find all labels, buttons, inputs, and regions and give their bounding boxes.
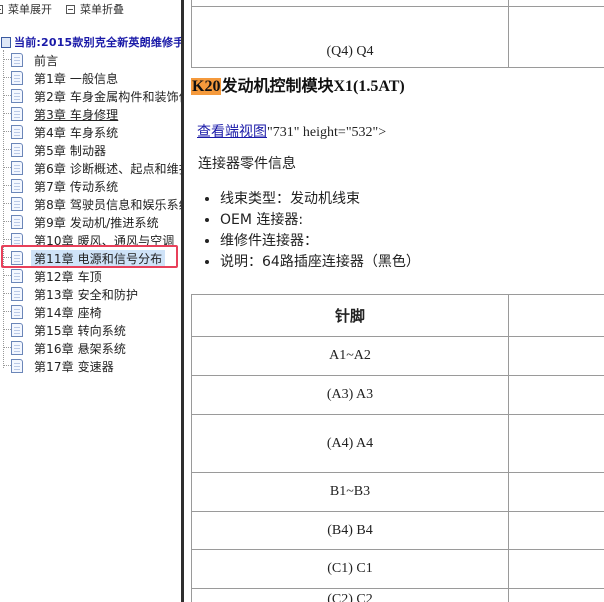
table-row: B1~B3 [191, 472, 604, 512]
tree-item-label: 第10章 暖风、通风与空调 [34, 234, 175, 248]
tree-root[interactable]: 当前:2015款别克全新英朗维修手册 [0, 34, 181, 50]
tree-root-label: 当前:2015款别克全新英朗维修手册 [14, 36, 181, 49]
pin-cell: A1~A2 [191, 336, 509, 376]
pin-cell: B1~B3 [191, 472, 509, 512]
tree-item-label: 第5章 制动器 [34, 144, 107, 158]
tree-item-label: 第14章 座椅 [34, 306, 102, 320]
list-item: 维修件连接器： [220, 231, 420, 252]
document-icon [11, 53, 23, 67]
nav-toolbar: 菜单展开 菜单折叠 [0, 0, 181, 18]
tree-item-ch2[interactable]: 第2章 车身金属构件和装饰件 [0, 87, 181, 105]
tree-item-label: 第9章 发动机/推进系统 [34, 216, 159, 230]
document-icon [11, 359, 23, 373]
tree-item-label: 第2章 车身金属构件和装饰件 [34, 90, 181, 104]
expand-menu-label: 菜单展开 [8, 3, 52, 16]
tree-item-ch14[interactable]: 第14章 座椅 [0, 303, 181, 321]
pin-cell: (C1) C1 [191, 549, 509, 589]
view-trailing-text: "731" height="532"> [267, 125, 387, 140]
tree-item-label: 第1章 一般信息 [34, 72, 119, 86]
previous-pin-table: (Q4) Q4 [191, 0, 604, 68]
connector-attribute-list: 线束类型：发动机线束 OEM 连接器: 维修件连接器： 说明：64路插座连接器（… [202, 189, 420, 273]
tree-item-label: 第6章 诊断概述、起点和维护 [34, 162, 181, 176]
heading-code-highlight: K20 [191, 78, 222, 95]
table-row: (C1) C1 [191, 549, 604, 589]
end-view-line: 查看端视图"731" height="532"> [197, 121, 386, 141]
tree-item-ch1[interactable]: 第1章 一般信息 [0, 69, 181, 87]
document-icon [11, 161, 23, 175]
collapse-menu-button[interactable]: 菜单折叠 [66, 1, 124, 17]
list-item: 线束类型：发动机线束 [220, 189, 420, 210]
pin-table: 针脚 A1~A2 (A3) A3 (A4) A4 B1~B3 (B4) B4 (… [191, 294, 604, 602]
tree-item-ch4[interactable]: 第4章 车身系统 [0, 123, 181, 141]
tree-item-label: 第11章 电源和信号分布 [31, 250, 166, 267]
tree-item-ch5[interactable]: 第5章 制动器 [0, 141, 181, 159]
book-icon [1, 36, 11, 48]
document-icon [11, 323, 23, 337]
value-column-header [508, 294, 604, 337]
document-icon [11, 143, 23, 157]
document-icon [11, 125, 23, 139]
document-icon [11, 287, 23, 301]
document-icon [11, 233, 23, 247]
tree-item-ch15[interactable]: 第15章 转向系统 [0, 321, 181, 339]
tree-item-ch11[interactable]: 第11章 电源和信号分布 [0, 249, 181, 267]
table-row: (A3) A3 [191, 375, 604, 415]
tree-item-label: 前言 [34, 54, 59, 68]
tree-item-ch17[interactable]: 第17章 变速器 [0, 357, 181, 375]
tree-item-label: 第4章 车身系统 [34, 126, 119, 140]
navigation-pane: 菜单展开 菜单折叠 当前:2015款别克全新英朗维修手册 前言 第1章 一般信息… [0, 0, 181, 602]
tree-item-ch3[interactable]: 第3章 车身修理 [0, 105, 181, 123]
tree-item-ch6[interactable]: 第6章 诊断概述、起点和维护 [0, 159, 181, 177]
tree-item-label: 第7章 传动系统 [34, 180, 119, 194]
tree-item-label: 第8章 驾驶员信息和娱乐系统 [34, 198, 181, 212]
connector-info-title: 连接器零件信息 [198, 156, 296, 172]
document-icon [11, 179, 23, 193]
pin-cell: (Q4) Q4 [191, 6, 509, 68]
table-row: (C2) C2 [191, 588, 604, 602]
pin-cell: (B4) B4 [191, 511, 509, 550]
pin-cell: (C2) C2 [191, 588, 509, 602]
document-icon [11, 251, 23, 265]
pin-cell: (A4) A4 [191, 414, 509, 473]
heading-text: 发动机控制模块X1(1.5AT) [221, 78, 405, 95]
table-row: A1~A2 [191, 336, 604, 376]
document-icon [11, 197, 23, 211]
module-heading: K20发动机控制模块X1(1.5AT) [191, 72, 405, 96]
list-item: OEM 连接器: [220, 210, 420, 231]
collapse-menu-label: 菜单折叠 [80, 3, 124, 16]
document-icon [11, 341, 23, 355]
tree-item-label: 第15章 转向系统 [34, 324, 126, 338]
tree-item-ch16[interactable]: 第16章 悬架系统 [0, 339, 181, 357]
table-row: (A4) A4 [191, 414, 604, 473]
tree-item-ch9[interactable]: 第9章 发动机/推进系统 [0, 213, 181, 231]
tree-item-label: 第12章 车顶 [34, 270, 102, 284]
document-icon [11, 269, 23, 283]
document-icon [11, 71, 23, 85]
document-icon [11, 305, 23, 319]
tree-item-ch13[interactable]: 第13章 安全和防护 [0, 285, 181, 303]
tree-item-ch7[interactable]: 第7章 传动系统 [0, 177, 181, 195]
view-end-view-link[interactable]: 查看端视图 [197, 124, 267, 140]
tree-item-ch10[interactable]: 第10章 暖风、通风与空调 [0, 231, 181, 249]
tree-item-preface[interactable]: 前言 [0, 51, 181, 69]
pin-column-header: 针脚 [191, 294, 509, 337]
document-icon [11, 89, 23, 103]
document-icon [11, 107, 23, 121]
tree-item-label: 第17章 变速器 [34, 360, 114, 374]
list-item: 说明：64路插座连接器（黑色） [220, 252, 420, 273]
tree-item-label: 第16章 悬架系统 [34, 342, 126, 356]
pin-cell: (A3) A3 [191, 375, 509, 415]
expand-menu-button[interactable]: 菜单展开 [0, 1, 52, 17]
tree-item-ch12[interactable]: 第12章 车顶 [0, 267, 181, 285]
content-pane: (Q4) Q4 K20发动机控制模块X1(1.5AT) 查看端视图"731" h… [184, 0, 604, 602]
document-icon [11, 215, 23, 229]
tree-item-ch8[interactable]: 第8章 驾驶员信息和娱乐系统 [0, 195, 181, 213]
expand-icon [0, 4, 3, 14]
table-header-row: 针脚 [191, 294, 604, 337]
collapse-icon [66, 4, 75, 14]
tree-item-label: 第13章 安全和防护 [34, 288, 139, 302]
tree-item-label: 第3章 车身修理 [34, 108, 119, 122]
table-row: (B4) B4 [191, 511, 604, 550]
